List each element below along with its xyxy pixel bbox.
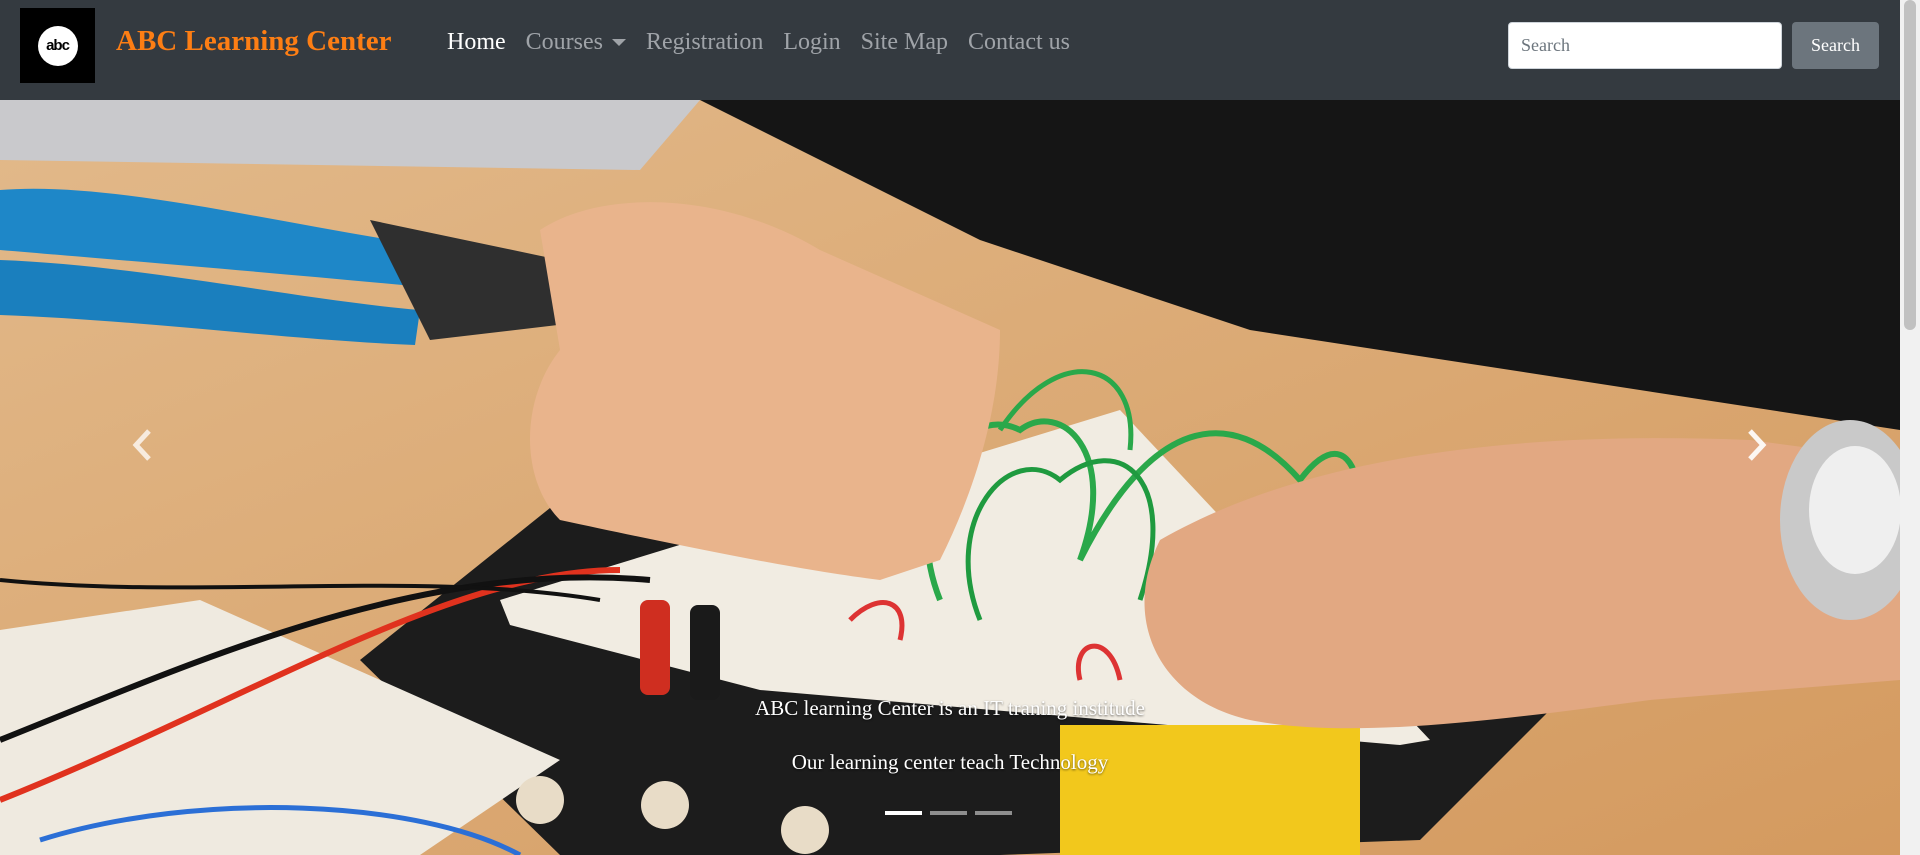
carousel-slide-image	[0, 100, 1900, 855]
logo-circle: abc	[37, 25, 78, 66]
search-input[interactable]	[1508, 22, 1782, 69]
carousel-next-button[interactable]	[1727, 360, 1787, 530]
nav-courses-label: Courses	[525, 29, 603, 55]
main-nav: Home Courses Registration Login Site Map…	[447, 29, 1090, 56]
scrollbar-thumb[interactable]	[1904, 0, 1916, 330]
abc-logo[interactable]: abc	[20, 8, 95, 83]
top-navbar: abc ABC Learning Center Home Courses Reg…	[0, 0, 1900, 100]
nav-contact-us[interactable]: Contact us	[968, 29, 1070, 56]
chevron-right-icon	[1748, 429, 1767, 461]
carousel-indicator-3[interactable]	[975, 811, 1012, 815]
brand-name[interactable]: ABC Learning Center	[116, 25, 391, 58]
hero-carousel: ABC learning Center is an IT traning ins…	[0, 100, 1900, 855]
nav-home[interactable]: Home	[447, 29, 506, 56]
carousel-caption-line2: Our learning center teach Technology	[791, 750, 1109, 774]
carousel-indicator-1[interactable]	[885, 811, 922, 815]
carousel-indicator-2[interactable]	[930, 811, 967, 815]
search-button[interactable]: Search	[1792, 22, 1879, 69]
carousel-caption-line1: ABC learning Center is an IT traning ins…	[755, 696, 1145, 720]
carousel-prev-button[interactable]	[112, 360, 172, 530]
logo-text: abc	[46, 37, 70, 54]
nav-site-map[interactable]: Site Map	[861, 29, 948, 56]
caret-down-icon	[612, 39, 626, 46]
nav-login[interactable]: Login	[783, 29, 840, 56]
nav-courses[interactable]: Courses	[526, 29, 626, 56]
carousel-indicators	[885, 811, 1020, 815]
page-scrollbar[interactable]	[1900, 0, 1920, 855]
chevron-left-icon	[132, 429, 151, 461]
nav-registration[interactable]: Registration	[646, 29, 763, 56]
